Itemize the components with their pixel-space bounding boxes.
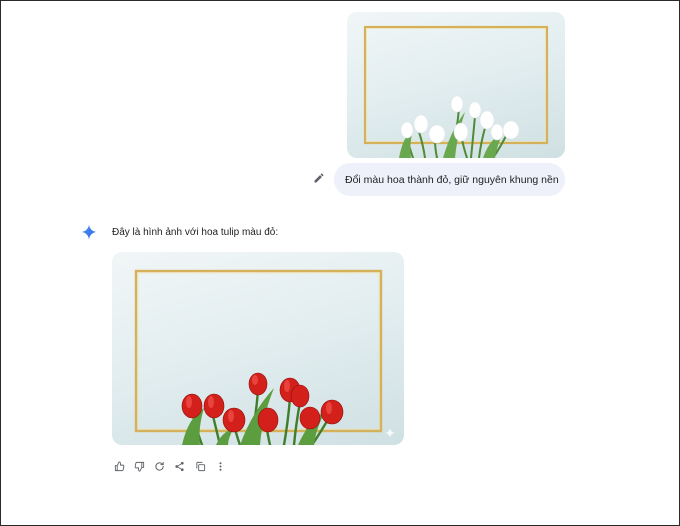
white-tulips-picture [363, 25, 549, 158]
sparkle-icon [81, 224, 97, 240]
more-vertical-icon[interactable] [213, 459, 227, 473]
red-tulips-picture [134, 269, 395, 445]
share-icon[interactable] [172, 459, 186, 473]
thumbs-down-icon[interactable] [132, 459, 146, 473]
generated-image[interactable] [112, 252, 404, 445]
thumbs-up-icon[interactable] [112, 459, 126, 473]
user-message-text: Đổi màu hoa thành đỏ, giữ nguyên khung n… [345, 173, 559, 186]
copy-icon[interactable] [193, 459, 207, 473]
user-message-bubble: Đổi màu hoa thành đỏ, giữ nguyên khung n… [334, 163, 565, 196]
pencil-icon[interactable] [312, 171, 326, 185]
regenerate-icon[interactable] [152, 459, 166, 473]
assistant-response-text: Đây là hình ảnh với hoa tulip màu đỏ: [112, 227, 279, 238]
chat-window: Đổi màu hoa thành đỏ, giữ nguyên khung n… [0, 0, 680, 526]
user-uploaded-image[interactable] [347, 12, 565, 158]
